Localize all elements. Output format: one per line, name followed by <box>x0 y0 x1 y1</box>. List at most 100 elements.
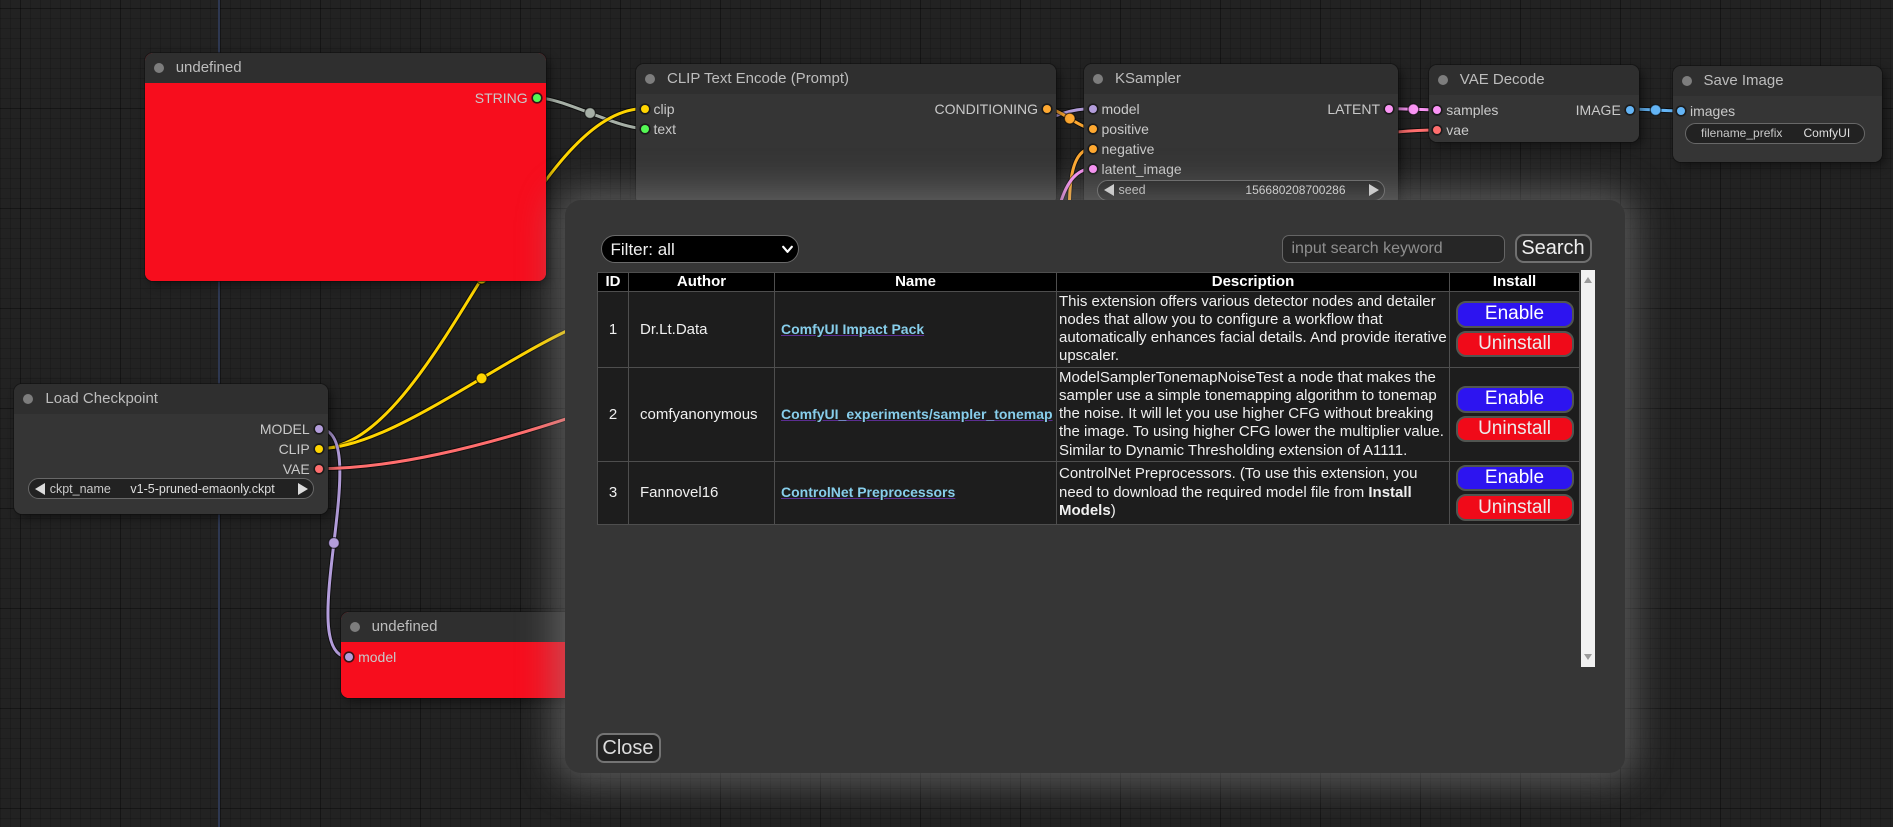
chevron-down-icon <box>782 245 793 254</box>
output-slot-CLIP[interactable] <box>315 445 323 453</box>
scrollbar-down-arrow-icon[interactable] <box>1584 654 1592 660</box>
node-title-bar[interactable]: Load Checkpoint <box>14 384 327 414</box>
table-scrollbar[interactable] <box>1581 270 1595 667</box>
node-status-dot-icon <box>350 622 360 632</box>
enable-button[interactable]: Enable <box>1456 386 1574 413</box>
node-load-checkpoint[interactable]: Load CheckpointMODELCLIPVAEckpt_namev1-5… <box>14 384 327 514</box>
description-text: ControlNet Preprocessors. (To use this e… <box>1059 465 1418 500</box>
widget-name: ckpt_name <box>50 482 111 496</box>
link-dot-model-to-undefined <box>329 538 340 549</box>
close-button[interactable]: Close <box>596 733 661 763</box>
input-slot-images[interactable] <box>1677 107 1685 115</box>
input-slot-positive[interactable] <box>1089 125 1097 133</box>
uninstall-button[interactable]: Uninstall <box>1456 416 1574 443</box>
uninstall-button[interactable]: Uninstall <box>1456 494 1574 521</box>
widget-right-arrow-icon[interactable] <box>298 483 308 495</box>
output-slot-STRING[interactable] <box>533 94 541 102</box>
cell-author: Dr.Lt.Data <box>629 291 775 367</box>
table-row: 1Dr.Lt.Data ComfyUI Impact Pack This exten… <box>598 291 1580 367</box>
node-title-bar[interactable]: Save Image <box>1673 66 1882 96</box>
input-label-clip: clip <box>654 101 675 117</box>
input-slot-negative[interactable] <box>1089 145 1097 153</box>
node-title: Save Image <box>1704 66 1784 96</box>
table-row: 2comfyanonymous ComfyUI_experiments/sampl… <box>598 367 1580 461</box>
node-ksampler[interactable]: KSamplermodelpositivenegativelatent_imag… <box>1084 64 1398 206</box>
widget-value: v1-5-pruned-emaonly.ckpt <box>111 482 275 496</box>
input-slot-clip[interactable] <box>641 105 649 113</box>
uninstall-button[interactable]: Uninstall <box>1456 331 1574 358</box>
input-label-samples: samples <box>1446 102 1498 118</box>
node-clip-text-encode[interactable]: CLIP Text Encode (Prompt)cliptextCONDITI… <box>636 64 1056 205</box>
node-title: VAE Decode <box>1460 65 1545 95</box>
input-slot-model[interactable] <box>345 653 353 661</box>
extension-name: ControlNet Preprocessors <box>781 484 955 500</box>
link-dot-image-to-images <box>1650 105 1661 116</box>
node-title-bar[interactable]: KSampler <box>1084 64 1398 94</box>
cell-id: 1 <box>598 291 629 367</box>
extension-link[interactable]: ControlNet Preprocessors <box>781 484 955 501</box>
cell-author: comfyanonymous <box>629 367 775 461</box>
node-body: cliptextCONDITIONING <box>636 94 1056 205</box>
output-slot-MODEL[interactable] <box>315 425 323 433</box>
search-button[interactable]: Search <box>1515 234 1592 263</box>
description-text: This extension offers various detector n… <box>1059 293 1447 365</box>
node-title: undefined <box>176 53 242 83</box>
description-text: ModelSamplerTonemapNoiseTest a node that… <box>1059 369 1444 459</box>
widget-name: filename_prefix <box>1701 126 1782 140</box>
cell-name: ComfyUI Impact Pack <box>775 291 1057 367</box>
node-body: samplesvaeIMAGE <box>1429 95 1639 142</box>
extension-link[interactable]: ComfyUI Impact Pack <box>781 321 924 338</box>
output-slot-IMAGE[interactable] <box>1626 106 1634 114</box>
search-input[interactable] <box>1282 235 1505 263</box>
input-slot-latent_image[interactable] <box>1089 165 1097 173</box>
output-slot-VAE[interactable] <box>315 465 323 473</box>
input-slot-model[interactable] <box>1089 105 1097 113</box>
output-label-STRING: STRING <box>475 90 528 106</box>
node-title-bar[interactable]: undefined <box>145 53 546 83</box>
cell-description: This extension offers various detector n… <box>1057 291 1450 367</box>
widget-left-arrow-icon[interactable] <box>1104 184 1114 196</box>
link-dot-conditioning-to-positive <box>1064 113 1075 124</box>
cell-id: 2 <box>598 367 629 461</box>
widget-ckpt_name[interactable]: ckpt_namev1-5-pruned-emaonly.ckpt <box>28 478 314 499</box>
input-label-model: model <box>358 649 396 665</box>
widget-right-arrow-icon[interactable] <box>1369 184 1379 196</box>
extension-link[interactable]: ComfyUI_experiments/sampler_tonemap <box>781 406 1053 423</box>
node-vae-decode[interactable]: VAE DecodesamplesvaeIMAGE <box>1429 65 1639 142</box>
cell-author: Fannovel16 <box>629 461 775 524</box>
input-slot-text[interactable] <box>641 125 649 133</box>
manager-custom-nodes-dialog: Filter: all Search IDAuthorNameDescripti… <box>565 200 1625 773</box>
output-label-MODEL: MODEL <box>260 421 310 437</box>
output-slot-CONDITIONING[interactable] <box>1043 105 1051 113</box>
comfyui-app: undefined STRING CLIP Text Encode (Prompt)… <box>0 0 1893 827</box>
cell-description: ModelSamplerTonemapNoiseTest a node that… <box>1057 367 1450 461</box>
link-dot-latent-to-samples <box>1408 104 1419 115</box>
node-title-bar[interactable]: VAE Decode <box>1429 65 1639 95</box>
node-title: undefined <box>372 612 438 642</box>
node-body: imagesfilename_prefixComfyUI <box>1673 96 1882 162</box>
scrollbar-up-arrow-icon[interactable] <box>1584 277 1592 283</box>
input-slot-vae[interactable] <box>1433 126 1441 134</box>
node-undefined-top[interactable]: undefined STRING <box>145 53 546 281</box>
widget-seed[interactable]: seed156680208700286 <box>1097 180 1385 201</box>
node-save-image[interactable]: Save Imageimagesfilename_prefixComfyUI <box>1673 66 1882 162</box>
node-body: MODELCLIPVAEckpt_namev1-5-pruned-emaonly… <box>14 414 327 514</box>
cell-install: EnableUninstall <box>1450 461 1580 524</box>
description-text: ) <box>1111 502 1116 519</box>
enable-button[interactable]: Enable <box>1456 465 1574 492</box>
node-status-dot-icon <box>1093 74 1103 84</box>
widget-filename_prefix[interactable]: filename_prefixComfyUI <box>1685 123 1865 144</box>
table-row: 3Fannovel16ControlNet PreprocessorsContr… <box>598 461 1580 524</box>
node-status-dot-icon <box>154 63 164 73</box>
node-status-dot-icon <box>1682 76 1692 86</box>
custom-nodes-table-container: IDAuthorNameDescriptionInstall 1Dr.Lt.Da… <box>597 270 1595 667</box>
filter-dropdown[interactable]: Filter: all <box>601 235 799 263</box>
input-slot-samples[interactable] <box>1433 106 1441 114</box>
output-slot-LATENT[interactable] <box>1385 105 1393 113</box>
enable-button[interactable]: Enable <box>1456 301 1574 328</box>
extension-name: ComfyUI Impact Pack <box>781 321 924 337</box>
node-title-bar[interactable]: CLIP Text Encode (Prompt) <box>636 64 1056 94</box>
link-dot-clip-to-clip-2 <box>476 373 487 384</box>
widget-left-arrow-icon[interactable] <box>35 483 45 495</box>
node-body: modelpositivenegativelatent_imageLATENTs… <box>1084 94 1398 206</box>
